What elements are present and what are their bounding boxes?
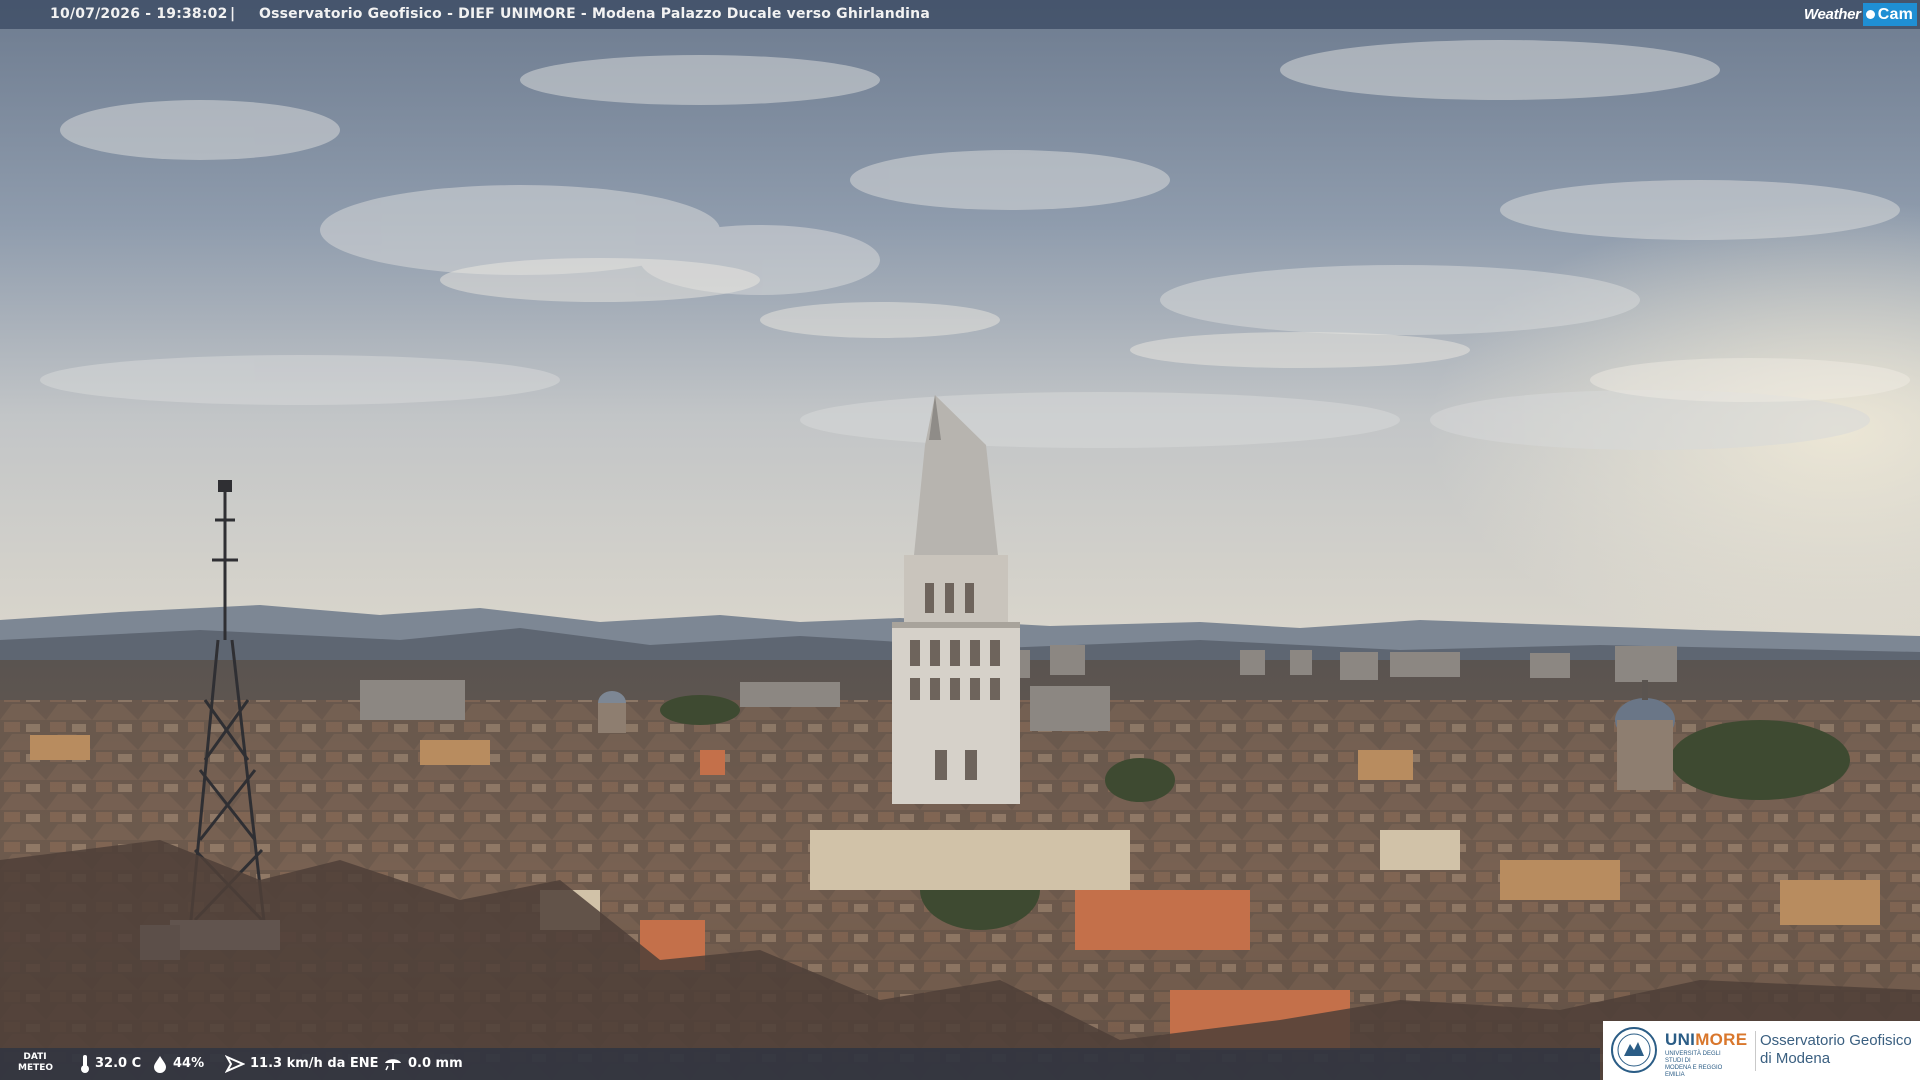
- brand-cam-text: Cam: [1877, 6, 1913, 23]
- unimore-logo-box: UNIMORE UNIVERSITÀ DEGLI STUDI DI MODENA…: [1603, 1021, 1920, 1080]
- title-separator: |: [230, 6, 236, 22]
- rain-reading: 0.0 mm: [383, 1048, 463, 1080]
- rain-gauge-icon: [385, 1059, 401, 1071]
- webcam-image: [0, 0, 1920, 1080]
- timestamp: 10/07/2026 - 19:38:02: [50, 6, 228, 22]
- unimore-wordmark: UNIMORE: [1665, 1030, 1748, 1049]
- overlay-top-bar: 10/07/2026 - 19:38:02 | Osservatorio Geo…: [0, 0, 1920, 29]
- webcam-frame: 10/07/2026 - 19:38:02 | Osservatorio Geo…: [0, 0, 1920, 1080]
- humidity-value: 44%: [173, 1056, 205, 1071]
- weather-data-bar: DATI METEO 32.0 C 44% 11.3 km/h da ENE 0…: [0, 1048, 1600, 1080]
- weather-data-label: DATI METEO: [18, 1052, 54, 1073]
- thermometer-icon: [81, 1055, 89, 1073]
- observatory-name: Osservatorio Geofisico di Modena: [1760, 1032, 1912, 1067]
- humidity-reading: 44%: [152, 1048, 204, 1080]
- rain-value: 0.0 mm: [408, 1056, 463, 1071]
- temperature-value: 32.0 C: [95, 1056, 142, 1071]
- camera-lens-icon: [1865, 10, 1875, 19]
- wind-direction-icon: [225, 1055, 245, 1073]
- logo-divider: [1755, 1031, 1756, 1071]
- humidity-drop-icon: [154, 1056, 166, 1073]
- temperature-reading: 32.0 C: [80, 1048, 141, 1080]
- brand-cam-badge: Cam: [1862, 3, 1917, 26]
- wind-reading: 11.3 km/h da ENE: [225, 1048, 379, 1080]
- university-seal-icon: [1611, 1027, 1657, 1073]
- university-name: UNIVERSITÀ DEGLI STUDI DI MODENA E REGGI…: [1665, 1051, 1723, 1078]
- weathercam-logo: Weather Cam: [1804, 2, 1917, 27]
- brand-weather-text: Weather: [1803, 6, 1861, 23]
- camera-title: Osservatorio Geofisico - DIEF UNIMORE - …: [259, 6, 930, 22]
- wind-value: 11.3 km/h da ENE: [250, 1056, 379, 1071]
